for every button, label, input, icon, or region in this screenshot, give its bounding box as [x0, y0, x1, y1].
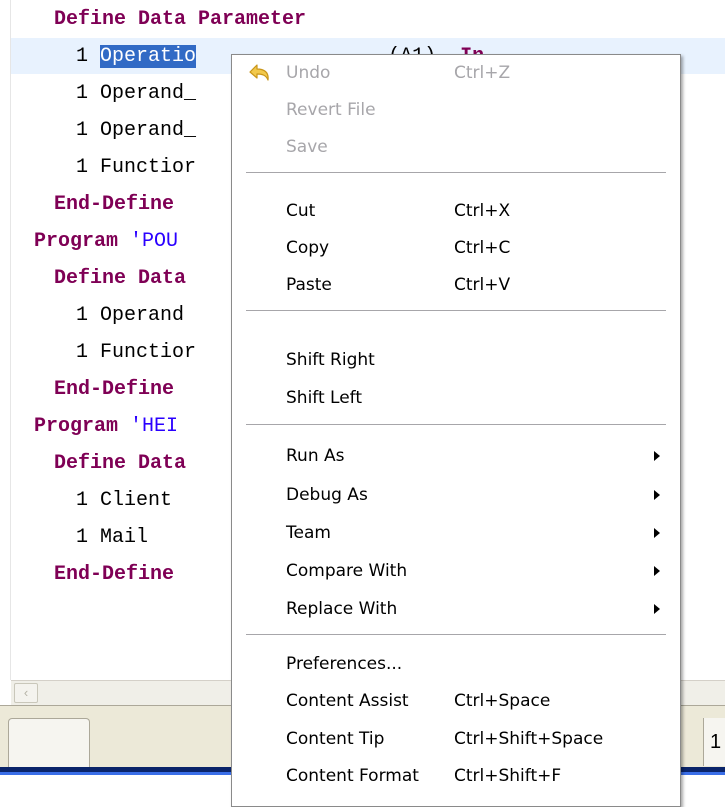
code-text: 1 Functior [76, 341, 197, 364]
menu-item-label: Compare With [286, 561, 408, 581]
level-number: 1 [76, 45, 101, 68]
menu-item-shift-right[interactable]: Shift Right [232, 344, 680, 376]
menu-item-undo[interactable]: Undo Ctrl+Z [232, 57, 680, 89]
context-menu: Undo Ctrl+Z Revert File Save Cut Ctrl+X … [231, 54, 681, 807]
menu-item-shortcut: Ctrl+Shift+Space [454, 729, 604, 749]
panel-tab[interactable] [8, 718, 90, 767]
status-field: 1 [703, 718, 725, 766]
code-line-6[interactable]: End-Define [54, 186, 174, 223]
submenu-arrow-icon [654, 451, 660, 461]
menu-item-label: Cut [286, 201, 316, 221]
string-literal: 'HEI [130, 415, 179, 438]
menu-item-shortcut: Ctrl+Z [454, 63, 511, 83]
menu-item-label: Paste [286, 275, 332, 295]
keyword: Define Data [54, 452, 187, 475]
submenu-arrow-icon [654, 604, 660, 614]
keyword: Define Data Parameter [54, 8, 307, 31]
code-line-16[interactable]: End-Define [54, 556, 174, 593]
scroll-left-arrow-icon[interactable]: ‹ [14, 683, 38, 703]
menu-separator [246, 634, 666, 636]
menu-separator [246, 310, 666, 312]
menu-item-shift-left[interactable]: Shift Left [232, 382, 680, 414]
code-line-12[interactable]: Program 'HEI [34, 408, 178, 445]
submenu-arrow-icon [654, 566, 660, 576]
menu-item-replace-with[interactable]: Replace With [232, 593, 680, 625]
menu-item-label: Shift Right [286, 350, 375, 370]
menu-item-label: Undo [286, 63, 331, 83]
submenu-arrow-icon [654, 528, 660, 538]
menu-item-label: Copy [286, 238, 330, 258]
menu-item-label: Revert File [286, 100, 376, 120]
menu-item-content-tip[interactable]: Content Tip Ctrl+Shift+Space [232, 723, 680, 755]
code-line-14[interactable]: 1 Client [76, 482, 172, 519]
keyword: End-Define [54, 563, 175, 586]
undo-arrow-icon [249, 64, 269, 81]
code-line-7[interactable]: Program 'POU [34, 223, 178, 260]
menu-item-label: Replace With [286, 599, 398, 619]
code-line-9[interactable]: 1 Operand [76, 297, 184, 334]
menu-item-paste[interactable]: Paste Ctrl+V [232, 269, 680, 301]
menu-item-label: Shift Left [286, 388, 363, 408]
menu-separator [246, 172, 666, 174]
menu-item-label: Team [286, 523, 331, 543]
string-literal: 'POU [130, 230, 179, 253]
code-line-10[interactable]: 1 Functior [76, 334, 196, 371]
menu-item-shortcut: Ctrl+C [454, 238, 511, 258]
code-text: 1 Functior [76, 156, 197, 179]
editor-gutter [0, 0, 11, 680]
menu-item-shortcut: Ctrl+V [454, 275, 511, 295]
menu-item-shortcut: Ctrl+Space [454, 691, 551, 711]
code-text: 1 Operand_ [76, 119, 197, 142]
code-line-1[interactable]: Define Data Parameter [54, 1, 306, 38]
menu-item-save[interactable]: Save [232, 131, 680, 163]
code-line-3[interactable]: 1 Operand_ [76, 75, 196, 112]
menu-item-revert-file[interactable]: Revert File [232, 94, 680, 126]
menu-item-label: Content Tip [286, 729, 385, 749]
code-line-8[interactable]: Define Data [54, 260, 186, 297]
menu-item-label: Run As [286, 446, 345, 466]
keyword: End-Define [54, 378, 175, 401]
code-line-15[interactable]: 1 Mail [76, 519, 148, 556]
menu-item-cut[interactable]: Cut Ctrl+X [232, 195, 680, 227]
menu-item-content-assist[interactable]: Content Assist Ctrl+Space [232, 685, 680, 717]
keyword: Program [34, 415, 131, 438]
menu-item-preferences[interactable]: Preferences... [232, 648, 680, 680]
code-text: 1 Mail [76, 526, 149, 549]
selected-text[interactable]: Operatio [100, 45, 197, 68]
code-text: 1 Client [76, 489, 173, 512]
menu-item-content-format[interactable]: Content Format Ctrl+Shift+F [232, 760, 680, 792]
code-line-5[interactable]: 1 Functior [76, 149, 196, 186]
menu-item-debug-as[interactable]: Debug As [232, 479, 680, 511]
menu-item-copy[interactable]: Copy Ctrl+C [232, 232, 680, 264]
menu-item-label: Save [286, 137, 328, 157]
menu-item-shortcut: Ctrl+Shift+F [454, 766, 562, 786]
menu-item-label: Debug As [286, 485, 368, 505]
menu-item-run-as[interactable]: Run As [232, 440, 680, 472]
code-line-13[interactable]: Define Data [54, 445, 186, 482]
keyword: Define Data [54, 267, 187, 290]
keyword: End-Define [54, 193, 175, 216]
menu-separator [246, 424, 666, 426]
menu-item-label: Content Assist [286, 691, 409, 711]
menu-item-label: Content Format [286, 766, 419, 786]
code-line-4[interactable]: 1 Operand_ [76, 112, 196, 149]
code-text: 1 Operand_ [76, 82, 197, 105]
code-text: 1 Operand [76, 304, 185, 327]
menu-item-shortcut: Ctrl+X [454, 201, 511, 221]
menu-item-label: Preferences... [286, 654, 403, 674]
menu-item-team[interactable]: Team [232, 517, 680, 549]
menu-item-compare-with[interactable]: Compare With [232, 555, 680, 587]
code-line-11[interactable]: End-Define [54, 371, 174, 408]
keyword: Program [34, 230, 131, 253]
submenu-arrow-icon [654, 490, 660, 500]
